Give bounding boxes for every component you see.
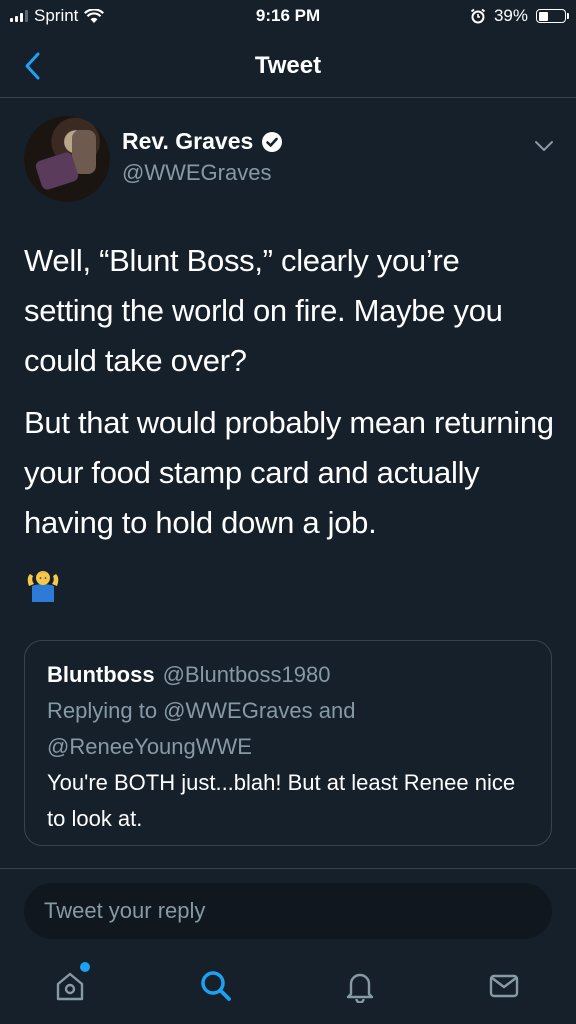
home-notification-dot — [80, 962, 90, 972]
author-name[interactable]: Rev. Graves — [122, 128, 283, 155]
tweet-paragraph: Well, “Blunt Boss,” clearly you’re setti… — [24, 243, 503, 378]
home-icon — [56, 972, 84, 1001]
tweet-paragraph: But that would probably mean returning y… — [24, 405, 554, 540]
author-name-label: Rev. Graves — [122, 128, 254, 154]
tab-bar — [0, 954, 576, 1024]
tab-search[interactable] — [194, 964, 238, 1008]
tweet-text: Well, “Blunt Boss,” clearly you’re setti… — [24, 236, 554, 560]
battery-icon — [536, 9, 569, 23]
quoted-tweet[interactable]: Bluntboss @Bluntboss1980 Replying to @WW… — [24, 640, 552, 846]
alarm-icon — [470, 8, 486, 24]
tab-notifications[interactable] — [338, 964, 382, 1008]
verified-badge-icon — [262, 131, 283, 152]
quoted-author-name: Bluntboss — [47, 662, 155, 687]
mail-icon — [489, 974, 519, 998]
tab-messages[interactable] — [482, 964, 526, 1008]
reply-input[interactable]: Tweet your reply — [24, 883, 552, 939]
man-shrugging-icon — [27, 571, 59, 602]
search-icon — [201, 971, 231, 1001]
battery-percent: 39% — [493, 6, 528, 25]
author-handle[interactable]: @WWEGraves — [122, 160, 271, 186]
chevron-down-icon[interactable] — [532, 136, 556, 156]
quoted-tweet-text: You're BOTH just...blah! But at least Re… — [47, 770, 516, 831]
quoted-replying-to: Replying to @WWEGraves and @ReneeYoungWW… — [47, 698, 356, 759]
quoted-author-handle: @Bluntboss1980 — [162, 662, 331, 687]
page-title: Tweet — [254, 52, 322, 79]
nav-bar: Tweet — [0, 34, 576, 98]
quoted-tweet-header: Bluntboss @Bluntboss1980 — [47, 657, 529, 693]
reply-bar: Tweet your reply — [0, 868, 576, 954]
battery-info: 39% — [470, 6, 569, 26]
status-bar: Sprint 9:16 PM 39% — [0, 0, 576, 34]
avatar[interactable] — [24, 116, 110, 202]
battery-fill — [538, 11, 549, 21]
bell-icon — [346, 973, 374, 1003]
